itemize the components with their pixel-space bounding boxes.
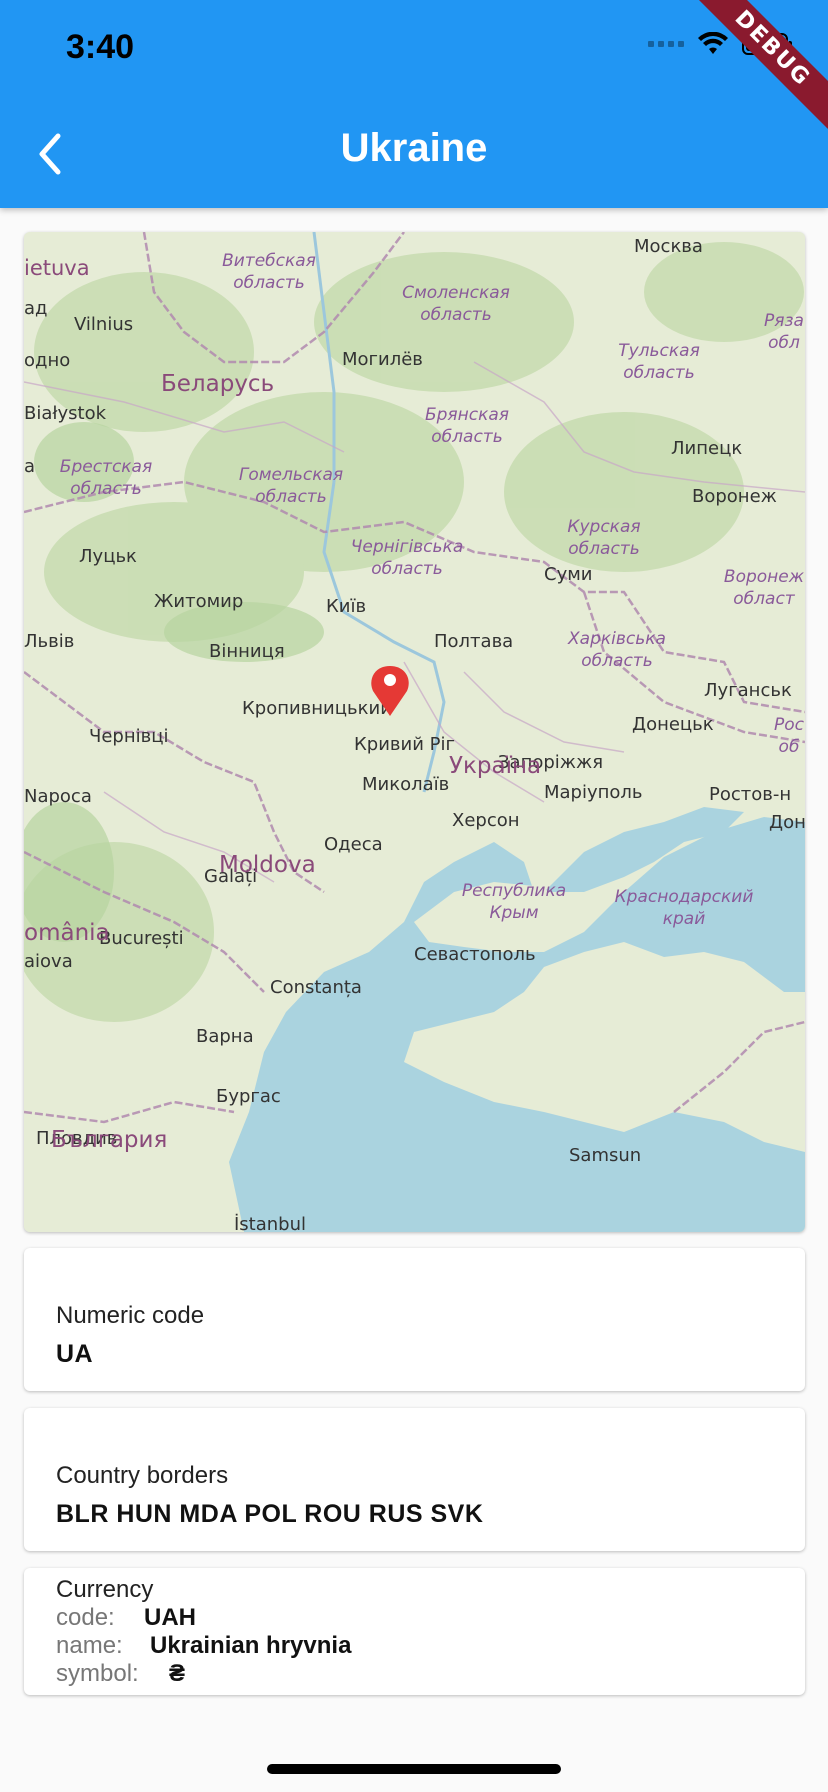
- map-region-rostov: Рос: [774, 715, 805, 735]
- map-label-kropyvnytskyi: Кропивницький: [242, 698, 392, 719]
- map-region-rostov-2: об: [779, 737, 800, 757]
- map-region-gomel: Гомельская: [239, 465, 343, 485]
- map-label-belarus: Беларусь: [161, 371, 274, 397]
- map-label-mykolaiv: Миколаїв: [362, 774, 449, 795]
- map-label-istanbul: İstanbul: [234, 1214, 306, 1232]
- map-label-bialystok: Białystok: [24, 403, 107, 424]
- map-region-gomel-2: область: [255, 487, 326, 507]
- map-label-rostov: Ростов-н: [709, 784, 791, 805]
- currency-name-row: name: Ukrainian hryvnia: [56, 1632, 351, 1660]
- map-region-vitebsk-2: область: [233, 273, 304, 293]
- map-label-moskva: Москва: [634, 236, 703, 257]
- map-label-aiova: aiova: [24, 951, 73, 972]
- map-label-lutsk: Луцьк: [79, 546, 137, 567]
- map-region-bryansk-2: область: [431, 427, 502, 447]
- map-region-bryansk: Брянская: [425, 405, 509, 425]
- map-label-lipetsk: Липецк: [671, 438, 742, 459]
- map-label-vilnius: Vilnius: [74, 314, 133, 335]
- currency-card: Currency code: UAH name: Ukrainian hryvnia…: [24, 1568, 805, 1695]
- map-label-chernivtsi: Чернівці: [89, 726, 168, 747]
- map-label-donu: Дону: [769, 812, 805, 833]
- map-view[interactable]: Москва ietuva Vilnius ад одно Могилёв Bi…: [24, 232, 805, 1232]
- currency-code-row: code: UAH: [56, 1604, 196, 1632]
- debug-label: DEBUG: [688, 0, 828, 139]
- map-label-moldova: Moldova: [219, 852, 316, 878]
- map-region-voronezh: Воронеж: [724, 567, 805, 587]
- map-label-donetsk: Донецьк: [632, 714, 714, 735]
- map-canvas[interactable]: Москва ietuva Vilnius ад одно Могилёв Bi…: [24, 232, 805, 1232]
- map-region-smolensk: Смоленская: [402, 283, 510, 303]
- map-label-voronezh: Воронеж: [692, 486, 777, 507]
- currency-code-value: UAH: [144, 1604, 196, 1631]
- currency-name-key: name:: [56, 1632, 123, 1659]
- cellular-signal-icon: [648, 41, 684, 47]
- map-region-kharkiv: Харківська: [567, 629, 666, 649]
- map-label-luhansk: Луганськ: [704, 680, 792, 701]
- map-region-kursk: Курская: [567, 517, 640, 537]
- map-label-constanta: Constanța: [270, 977, 362, 998]
- map-label-lietuva: ietuva: [24, 256, 90, 280]
- map-region-smolensk-2: область: [420, 305, 491, 325]
- home-indicator[interactable]: [267, 1764, 561, 1774]
- map-label-kyiv: Київ: [326, 596, 366, 617]
- numeric-code-value: UA: [56, 1340, 94, 1368]
- map-label-bulgaria: България: [51, 1127, 167, 1153]
- map-label-mogilev: Могилёв: [342, 349, 423, 370]
- map-label-sevastopol: Севастополь: [414, 944, 536, 965]
- map-label-romania: omânia: [24, 920, 110, 946]
- map-label-napoca: Napoca: [24, 786, 92, 807]
- map-label-poltava: Полтава: [434, 631, 513, 652]
- map-region-vitebsk: Витебская: [222, 251, 316, 271]
- map-region-krym-2: Крым: [489, 903, 538, 923]
- currency-name-value: Ukrainian hryvnia: [150, 1632, 352, 1659]
- map-label-a: a: [24, 456, 35, 477]
- map-label-samsun: Samsun: [569, 1145, 641, 1166]
- map-region-krasnodar-2: край: [663, 909, 706, 929]
- map-region-tula-2: область: [623, 363, 694, 383]
- currency-code-key: code:: [56, 1604, 115, 1631]
- currency-symbol-value: ₴: [169, 1660, 186, 1687]
- map-label-vinnytsia: Вінниця: [209, 641, 285, 662]
- map-region-ryazan: Рязa: [764, 311, 804, 331]
- map-region-voronezh-2: област: [733, 589, 796, 609]
- numeric-code-card: Numeric code UA: [24, 1248, 805, 1391]
- map-label-kherson: Херсон: [452, 810, 520, 831]
- country-borders-card: Country borders BLR HUN MDA POL ROU RUS …: [24, 1408, 805, 1551]
- map-label-sumy: Суми: [544, 564, 593, 585]
- currency-label: Currency: [56, 1576, 154, 1603]
- map-region-kursk-2: область: [568, 539, 639, 559]
- map-label-lviv: Львів: [24, 631, 74, 652]
- currency-symbol-key: symbol:: [56, 1660, 139, 1687]
- numeric-code-label: Numeric code: [56, 1302, 205, 1329]
- map-region-chernihiv-2: область: [371, 559, 442, 579]
- map-label-ukraina: Україна: [449, 753, 541, 779]
- map-label-varna: Варна: [196, 1026, 254, 1047]
- map-label-zhytomyr: Житомир: [154, 591, 243, 612]
- country-borders-label: Country borders: [56, 1462, 229, 1489]
- map-label-ad: ад: [24, 298, 47, 319]
- app-bar: 3:40 DEBUG Ukraine: [0, 0, 828, 208]
- currency-symbol-row: symbol: ₴: [56, 1660, 185, 1688]
- page-title: Ukraine: [340, 126, 488, 170]
- map-region-brest-2: область: [70, 479, 141, 499]
- map-region-brest: Брестская: [60, 457, 152, 477]
- status-time: 3:40: [66, 28, 135, 66]
- map-region-chernihiv: Чернігівська: [351, 537, 463, 557]
- map-label-mariupol: Маріуполь: [544, 782, 643, 803]
- map-region-ryazan-2: обл: [768, 333, 800, 353]
- map-label-bucuresti: București: [99, 928, 184, 949]
- debug-ribbon: DEBUG: [688, 0, 828, 140]
- country-borders-value: BLR HUN MDA POL ROU RUS SVK: [56, 1500, 484, 1528]
- map-label-kryvyi-rih: Кривий Ріг: [354, 734, 455, 755]
- map-region-tula: Тульская: [618, 341, 700, 361]
- map-region-krasnodar: Краснодарский: [615, 887, 754, 907]
- map-region-kharkiv-2: область: [581, 651, 652, 671]
- map-label-burgas: Бургас: [216, 1086, 281, 1107]
- map-label-odno: одно: [24, 350, 70, 371]
- map-region-krym: Республика: [462, 881, 566, 901]
- map-label-odesa: Одеса: [324, 834, 383, 855]
